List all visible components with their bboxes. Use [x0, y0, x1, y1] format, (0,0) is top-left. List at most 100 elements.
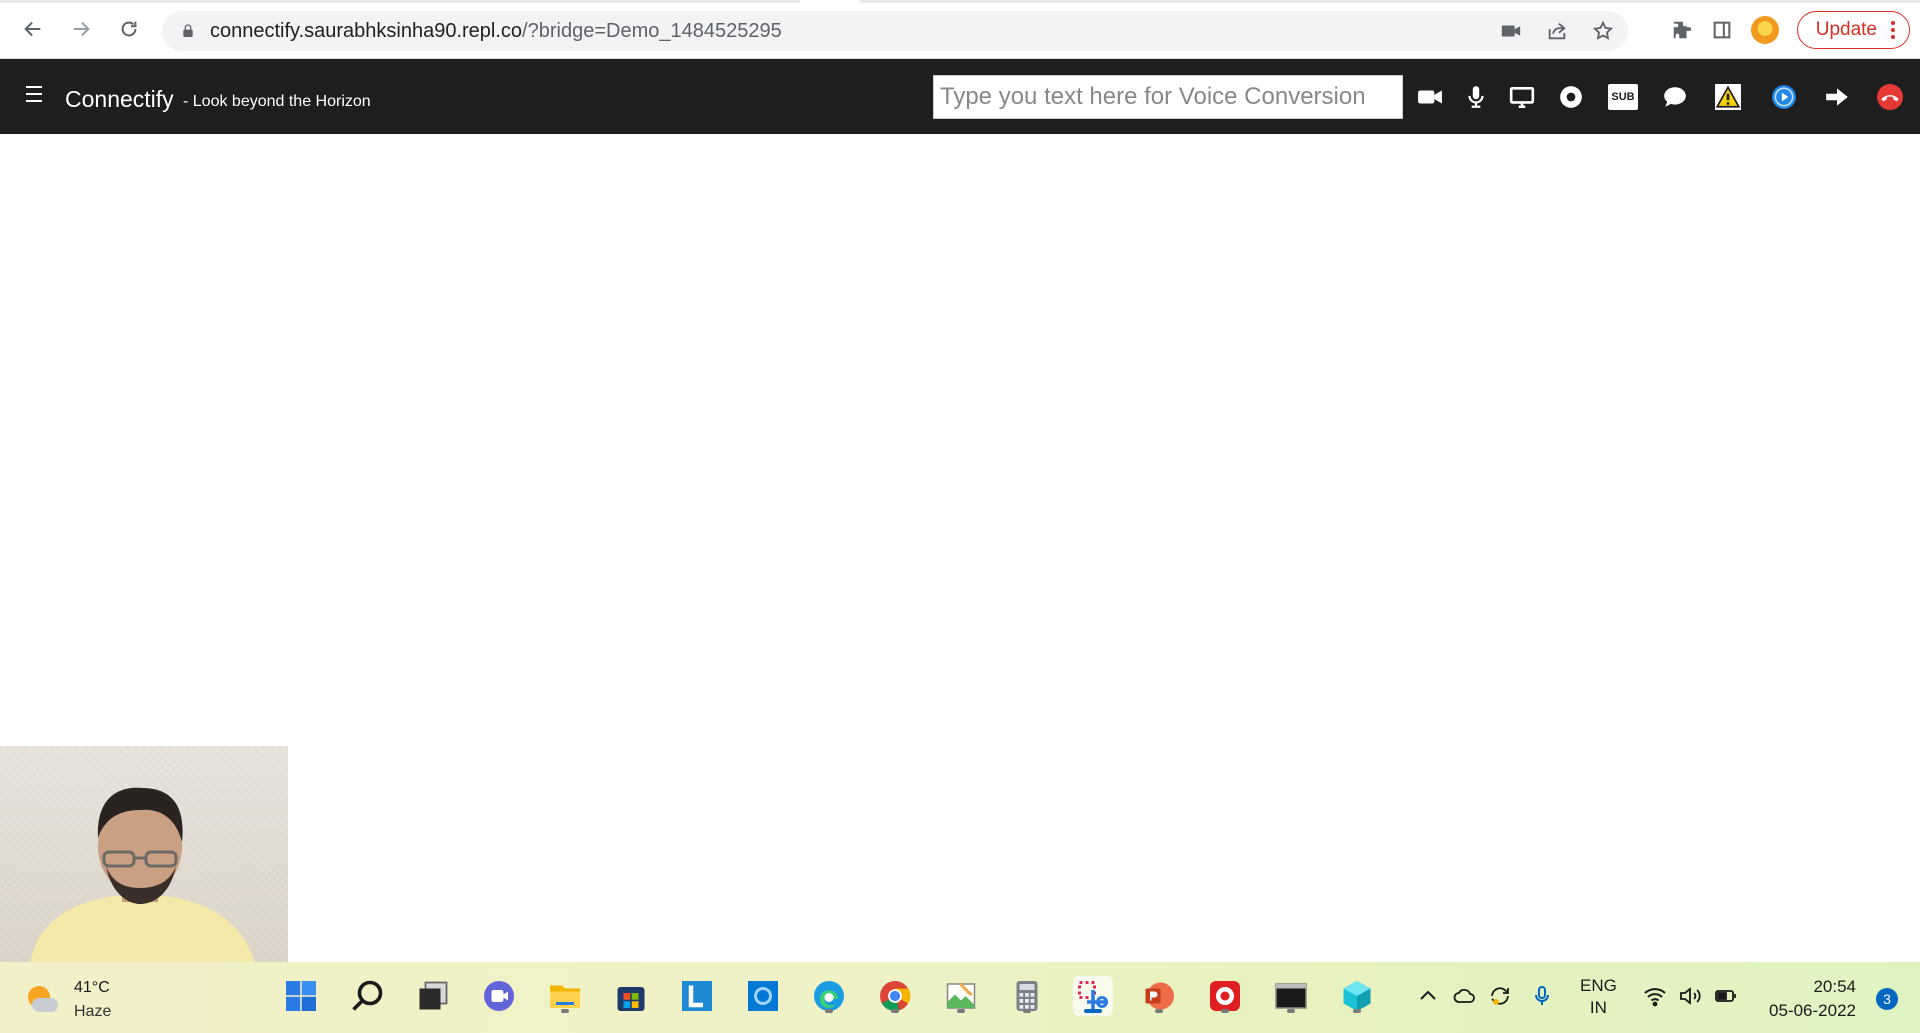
running-indicator [1353, 1009, 1361, 1013]
hamburger-menu-icon[interactable] [26, 86, 42, 102]
warning-icon[interactable] [1712, 81, 1744, 113]
wifi-icon [1644, 988, 1666, 1007]
microphone-tray[interactable] [1530, 976, 1554, 1016]
update-label: Update [1815, 19, 1877, 40]
teams-chat-icon [484, 981, 514, 1011]
chrome-button[interactable] [875, 976, 915, 1016]
microphone-tray-icon [1535, 986, 1549, 1005]
clock-date: 05-06-2022 [1769, 1001, 1856, 1020]
weather-temperature: 41°C [74, 979, 110, 996]
3d-viewer-button[interactable] [1337, 976, 1377, 1016]
search-icon [352, 980, 383, 1011]
record-icon[interactable] [1555, 81, 1587, 113]
play-icon[interactable] [1768, 81, 1800, 113]
paint-button[interactable] [941, 976, 981, 1016]
voice-conversion-input[interactable] [933, 75, 1403, 119]
conference-stage [0, 134, 1920, 962]
reload-icon [121, 21, 137, 37]
bookmark-star-icon[interactable] [1592, 20, 1614, 42]
extensions-icon[interactable] [1671, 19, 1693, 41]
share-icon[interactable] [1546, 20, 1568, 42]
sync-icon [1491, 987, 1509, 1005]
running-indicator [891, 1009, 899, 1013]
forward-button[interactable] [62, 10, 100, 48]
l-app-button[interactable] [677, 976, 717, 1016]
app-brand[interactable]: Connectify [65, 86, 174, 113]
cloud-icon [1453, 988, 1475, 1003]
running-indicator [1221, 1009, 1229, 1013]
sync-tray[interactable] [1488, 976, 1512, 1016]
update-button[interactable]: Update [1796, 11, 1910, 49]
onedrive-tray[interactable] [1452, 976, 1476, 1016]
windows-taskbar: 41°C Haze ENG IN 20:54 05-06-2022 3 [0, 962, 1920, 1033]
volume-tray[interactable] [1678, 976, 1702, 1016]
cortana-button[interactable] [743, 976, 783, 1016]
calculator-button[interactable] [1007, 976, 1047, 1016]
screen-share-icon[interactable] [1506, 81, 1538, 113]
running-indicator [1023, 1009, 1031, 1013]
running-indicator [1287, 1009, 1295, 1013]
arrow-right-icon [73, 21, 90, 37]
kebab-menu-icon [1891, 21, 1895, 39]
l-app-icon [682, 981, 712, 1011]
leave-icon[interactable] [1821, 81, 1853, 113]
chevron-up-icon [1420, 990, 1436, 1000]
reload-button[interactable] [110, 10, 148, 48]
language-region: IN [1589, 998, 1607, 1017]
input-language[interactable]: ENG IN [1580, 975, 1617, 1019]
app-tagline: - Look beyond the Horizon [183, 93, 371, 110]
battery-tray[interactable] [1714, 976, 1738, 1016]
cortana-icon [748, 981, 778, 1011]
video-camera-icon[interactable] [1414, 81, 1446, 113]
chat-icon[interactable] [1659, 81, 1691, 113]
powerpoint-button[interactable] [1139, 976, 1179, 1016]
camera-in-use-icon[interactable] [1500, 20, 1522, 42]
windows-logo-icon [286, 981, 316, 1011]
file-explorer-button[interactable] [545, 976, 585, 1016]
system-clock[interactable]: 20:54 05-06-2022 [1769, 975, 1856, 1023]
hang-up-icon[interactable] [1874, 81, 1906, 113]
snipping-tool-button[interactable] [1073, 976, 1113, 1016]
subtitles-icon[interactable]: SUB [1607, 81, 1639, 113]
microsoft-store-icon [617, 987, 645, 1011]
active-indicator [1084, 1009, 1102, 1013]
url-text: connectify.saurabhksinha90.repl.co/?brid… [210, 20, 782, 43]
weather-widget[interactable]: 41°C Haze [26, 976, 111, 1024]
teams-chat-button[interactable] [479, 976, 519, 1016]
address-bar[interactable]: connectify.saurabhksinha90.repl.co/?brid… [162, 11, 1628, 51]
terminal-button[interactable] [1271, 976, 1311, 1016]
running-indicator [825, 1009, 833, 1013]
task-view-icon [419, 981, 448, 1010]
side-panel-icon[interactable] [1711, 19, 1733, 41]
local-video-preview [0, 746, 288, 962]
clock-time: 20:54 [1813, 977, 1856, 996]
subtitles-badge: SUB [1608, 84, 1638, 110]
weather-haze-icon [26, 986, 60, 1014]
browser-actions: Update [1671, 10, 1910, 50]
weather-description: Haze [74, 1003, 112, 1020]
screen-recorder-button[interactable] [1205, 976, 1245, 1016]
arrow-left-icon [24, 21, 41, 37]
running-indicator [561, 1009, 569, 1013]
lock-icon [180, 23, 210, 39]
wifi-tray[interactable] [1643, 976, 1667, 1016]
store-button[interactable] [611, 976, 651, 1016]
notification-badge[interactable]: 3 [1876, 988, 1898, 1010]
battery-icon [1715, 990, 1736, 1002]
tab-strip [0, 0, 1920, 4]
participant-video-frame [30, 787, 255, 962]
back-button[interactable] [14, 10, 52, 48]
edge-button[interactable] [809, 976, 849, 1016]
show-hidden-icons-button[interactable] [1416, 976, 1440, 1016]
start-button[interactable] [281, 976, 321, 1016]
address-bar-actions [1500, 11, 1614, 51]
running-indicator [1155, 1009, 1163, 1013]
profile-avatar[interactable] [1750, 16, 1779, 44]
speaker-icon [1680, 987, 1701, 1005]
microphone-icon[interactable] [1460, 81, 1492, 113]
url-path: /?bridge=Demo_1484525295 [522, 19, 782, 42]
app-header: Connectify - Look beyond the Horizon SUB [0, 59, 1920, 134]
search-button[interactable] [347, 976, 387, 1016]
task-view-button[interactable] [413, 976, 453, 1016]
browser-toolbar: connectify.saurabhksinha90.repl.co/?brid… [0, 0, 1920, 59]
